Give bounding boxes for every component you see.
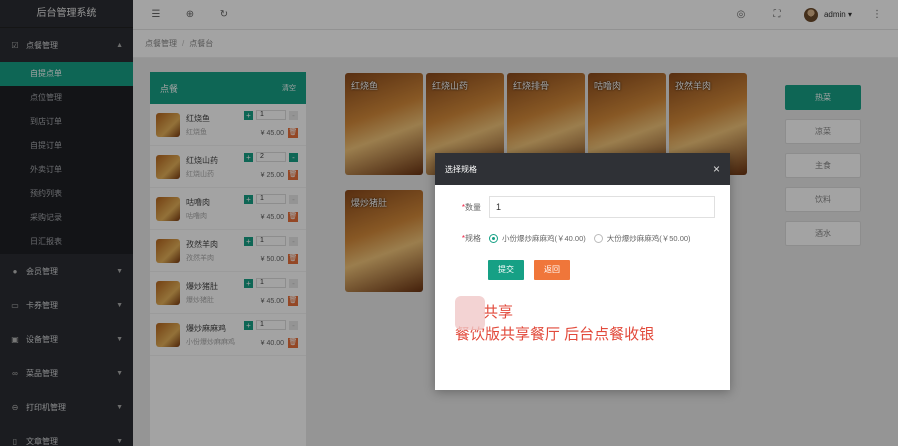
quantity-row: *数量 1 (435, 196, 730, 218)
watermark-logo (455, 296, 485, 330)
quantity-input[interactable]: 1 (489, 196, 715, 218)
close-icon[interactable]: × (713, 162, 720, 176)
submit-button[interactable]: 提交 (488, 260, 524, 280)
spec-label: *规格 (461, 234, 481, 243)
modal-title: 选择规格 (445, 164, 477, 174)
modal-header: 选择规格 × (435, 153, 730, 185)
spec-option-small[interactable]: 小份爆炒麻麻鸡(￥40.00) (489, 233, 586, 244)
radio-icon (593, 234, 603, 243)
spec-option-large[interactable]: 大份爆炒麻麻鸡(￥50.00) (593, 233, 691, 244)
back-button[interactable]: 返回 (534, 260, 570, 280)
radio-checked-icon (489, 234, 498, 243)
promo-line-2: 餐饮版共享餐厅 后台点餐收银 (455, 326, 655, 343)
modal-actions: 提交 返回 (435, 260, 730, 280)
spec-modal: 选择规格 × *数量 1 *规格 小份爆炒麻麻鸡(￥40.00) 大份爆炒麻麻鸡… (435, 153, 730, 390)
spec-row: *规格 小份爆炒麻麻鸡(￥40.00) 大份爆炒麻麻鸡(￥50.00) (435, 233, 730, 244)
quantity-label: *数量 (461, 202, 481, 212)
promo-watermark: 共享 餐饮版共享餐厅 后台点餐收银 (455, 296, 655, 346)
